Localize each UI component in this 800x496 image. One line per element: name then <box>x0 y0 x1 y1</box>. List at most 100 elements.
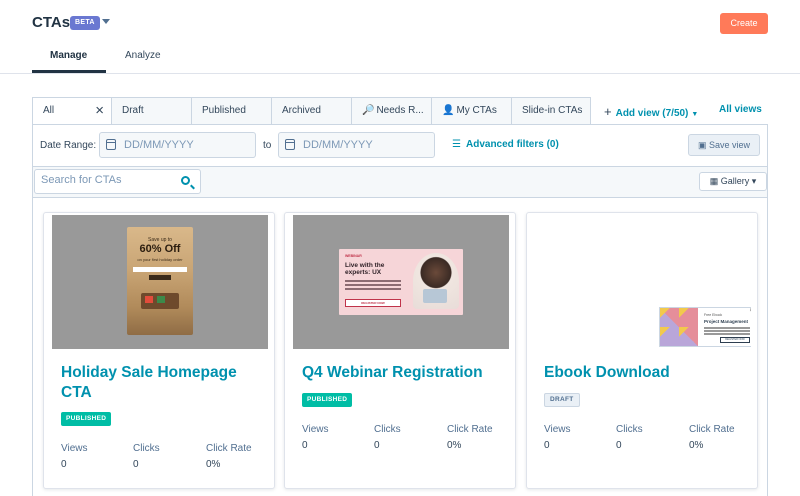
all-views-link[interactable]: All views <box>719 104 762 115</box>
clicks-label: Clicks <box>133 443 160 454</box>
calendar-icon <box>106 139 116 150</box>
cta-thumbnail[interactable]: Save up to 60% Off on your first holiday… <box>52 215 268 349</box>
views-label: Views <box>302 424 329 435</box>
geometric-art-image <box>660 308 698 346</box>
tab-manage[interactable]: Manage <box>50 50 87 61</box>
clicks-value: 0 <box>616 440 622 451</box>
clicks-label: Clicks <box>374 424 401 435</box>
cta-card[interactable]: Save up to 60% Off on your first holiday… <box>43 212 275 489</box>
cta-thumbnail[interactable]: WEBINAR Live with the experts: UX REGIST… <box>293 215 509 349</box>
add-view-label: Add view (7/50) <box>615 108 689 119</box>
start-date-placeholder: DD/MM/YYYY <box>124 139 194 151</box>
date-range-label: Date Range: <box>40 140 97 151</box>
chevron-down-icon: ▼ <box>691 111 699 118</box>
cta-preview-image: WEBINAR Live with the experts: UX REGIST… <box>339 249 463 315</box>
gift-box-image <box>141 293 179 309</box>
clicks-label: Clicks <box>616 424 643 435</box>
magnifier-icon: 🔎 <box>362 105 375 116</box>
plus-icon: + <box>604 104 612 119</box>
cta-card[interactable]: WEBINAR Live with the experts: UX REGIST… <box>284 212 516 489</box>
cta-title[interactable]: Q4 Webinar Registration <box>302 363 502 383</box>
grid-icon: ▦ <box>709 176 721 186</box>
view-tab-label: Archived <box>282 105 321 116</box>
page-title: CTAs <box>32 14 71 31</box>
click-rate-label: Click Rate <box>206 443 252 454</box>
preview-headline: Project Management <box>704 319 749 324</box>
view-tab-label: Needs R... <box>376 105 424 116</box>
preview-eyebrow: Free Ebook <box>704 313 723 317</box>
view-tab-all[interactable]: All × <box>32 97 112 125</box>
person-icon: 👤 <box>442 105 455 116</box>
views-value: 0 <box>544 440 550 451</box>
click-rate-value: 0% <box>447 440 462 451</box>
views-value: 0 <box>61 459 67 470</box>
chevron-down-icon: ▾ <box>749 176 757 186</box>
cta-title[interactable]: Holiday Sale Homepage CTA <box>61 363 261 403</box>
preview-field <box>133 267 187 272</box>
tab-analyze[interactable]: Analyze <box>125 50 161 61</box>
view-tab-published[interactable]: Published <box>191 97 272 125</box>
presenter-photo <box>413 253 459 309</box>
cta-preview-image: Save up to 60% Off on your first holiday… <box>127 227 193 335</box>
search-input[interactable] <box>41 174 171 186</box>
preview-headline: 60% Off <box>139 243 181 255</box>
cta-title[interactable]: Ebook Download <box>544 363 744 383</box>
filter-icon: ☰ <box>452 139 461 150</box>
cta-card[interactable]: Free Ebook Project Management REGISTER N… <box>526 212 758 489</box>
views-label: Views <box>61 443 88 454</box>
add-view-button[interactable]: + Add view (7/50) ▼ <box>604 104 698 119</box>
view-tab-label: Draft <box>122 105 144 116</box>
status-badge: PUBLISHED <box>61 412 112 426</box>
close-icon[interactable]: × <box>95 98 104 124</box>
preview-body-lines <box>704 327 750 329</box>
calendar-icon <box>285 139 295 150</box>
chevron-down-icon[interactable] <box>102 19 110 24</box>
preview-eyebrow: WEBINAR <box>345 254 362 258</box>
advanced-filters-label: Advanced filters (0) <box>466 139 559 150</box>
status-badge: PUBLISHED <box>302 393 353 407</box>
view-tab-my-ctas[interactable]: 👤 My CTAs <box>431 97 512 125</box>
search-box[interactable] <box>34 169 201 194</box>
click-rate-value: 0% <box>689 440 704 451</box>
view-tab-needs-review[interactable]: 🔎 Needs R... <box>351 97 432 125</box>
view-tab-archived[interactable]: Archived <box>271 97 352 125</box>
views-label: Views <box>544 424 571 435</box>
status-badge: DRAFT <box>544 393 580 407</box>
click-rate-label: Click Rate <box>689 424 735 435</box>
views-value: 0 <box>302 440 308 451</box>
page-header: CTAs BETA Create Manage Analyze <box>0 0 800 74</box>
click-rate-value: 0% <box>206 459 221 470</box>
preview-button <box>149 275 171 280</box>
save-view-label: Save view <box>708 140 751 150</box>
preview-body-lines <box>345 280 401 282</box>
close-icon: × <box>749 308 751 314</box>
click-rate-label: Click Rate <box>447 424 493 435</box>
to-label: to <box>263 140 272 151</box>
view-tab-label: My CTAs <box>456 105 497 116</box>
view-tab-label: All <box>43 105 55 116</box>
view-tab-label: Slide-in CTAs <box>522 105 583 116</box>
view-tab-label: Published <box>202 105 246 116</box>
gallery-view-dropdown[interactable]: ▦ Gallery ▾ <box>699 172 767 191</box>
preview-headline: Live with the experts: UX <box>345 262 385 276</box>
clicks-value: 0 <box>133 459 139 470</box>
end-date-placeholder: DD/MM/YYYY <box>303 139 373 151</box>
start-date-input[interactable]: DD/MM/YYYY <box>99 132 256 158</box>
gallery-label: Gallery <box>720 176 750 186</box>
beta-badge: BETA <box>70 16 100 30</box>
create-button[interactable]: Create <box>720 13 768 34</box>
active-tab-indicator <box>32 70 106 73</box>
view-tab-draft[interactable]: Draft <box>111 97 192 125</box>
view-tab-slide-in[interactable]: Slide-in CTAs <box>511 97 591 125</box>
save-icon: ▣ <box>697 140 709 150</box>
clicks-value: 0 <box>374 440 380 451</box>
cta-thumbnail[interactable]: Free Ebook Project Management REGISTER N… <box>535 215 751 349</box>
preview-button: REGISTER NOW <box>720 337 750 343</box>
advanced-filters-button[interactable]: ☰ Advanced filters (0) <box>452 139 559 150</box>
preview-button: REGISTER NOW <box>345 299 401 307</box>
save-view-button[interactable]: ▣ Save view <box>688 134 760 156</box>
end-date-input[interactable]: DD/MM/YYYY <box>278 132 435 158</box>
search-icon[interactable] <box>181 176 190 185</box>
cta-preview-image: Free Ebook Project Management REGISTER N… <box>659 307 751 347</box>
preview-subtext: on your first holiday order <box>137 257 183 262</box>
